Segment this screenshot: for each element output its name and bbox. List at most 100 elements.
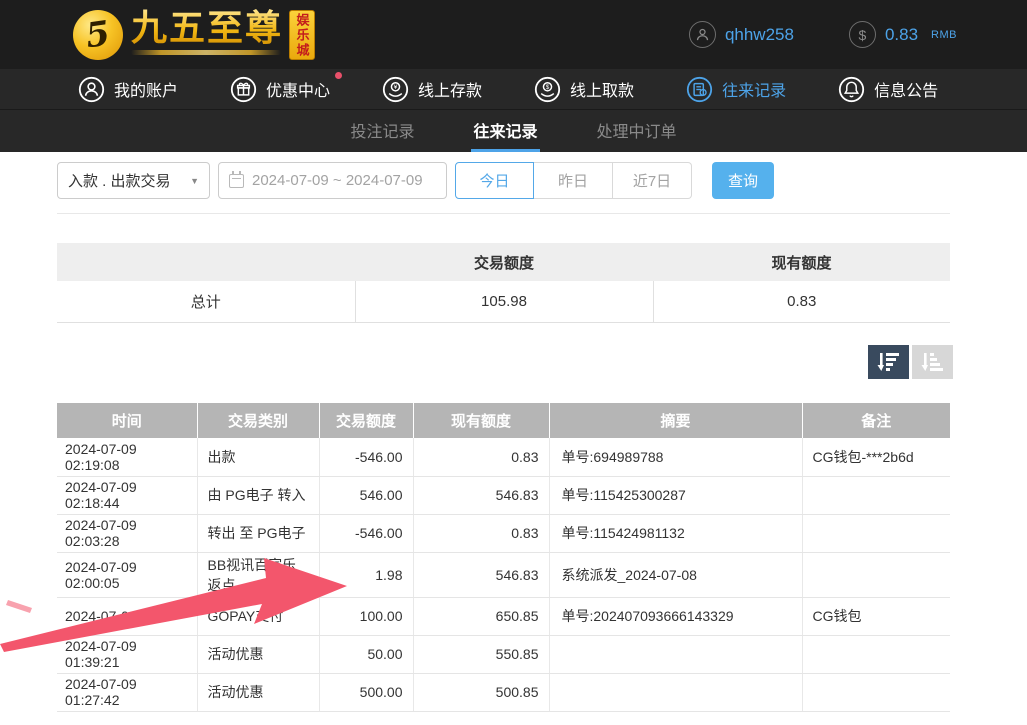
nav-item-6[interactable]: 信息公告 bbox=[838, 76, 938, 103]
sort-ascending-button[interactable] bbox=[912, 345, 953, 379]
username-chip[interactable]: qhhw258 bbox=[689, 21, 794, 48]
sort-ascending-icon bbox=[921, 351, 945, 373]
table-cell: 500.00 bbox=[319, 673, 413, 711]
quick-date-button-group: 今日昨日近7日 bbox=[455, 162, 692, 199]
balance-currency: RMB bbox=[931, 29, 957, 41]
transaction-type-value: 入款 . 出款交易 bbox=[68, 170, 171, 191]
table-cell: 2024-07-09 02:00:05 bbox=[57, 552, 197, 597]
table-cell: 546.83 bbox=[413, 552, 549, 597]
table-cell bbox=[802, 476, 950, 514]
table-cell: 单号:115425300287 bbox=[549, 476, 802, 514]
logo-emblem-icon: 5 bbox=[73, 10, 123, 60]
table-cell: 546.83 bbox=[413, 476, 549, 514]
nav-item-3[interactable]: ¥ 线上存款 bbox=[382, 76, 482, 103]
transactions-col-header: 交易额度 bbox=[319, 403, 413, 438]
nav-item-label: 线上存款 bbox=[418, 77, 482, 101]
nav-item-label: 信息公告 bbox=[874, 77, 938, 101]
date-range-input[interactable]: 2024-07-09 ~ 2024-07-09 bbox=[218, 162, 447, 199]
summary-col-balance: 现有额度 bbox=[653, 243, 950, 281]
bell-icon bbox=[838, 76, 865, 103]
table-cell: 2024-07-09 02:19:08 bbox=[57, 438, 197, 476]
summary-header-row: 交易额度 现有额度 bbox=[57, 243, 950, 281]
table-cell: 550.85 bbox=[413, 635, 549, 673]
user-area: qhhw258 $ 0.83 RMB bbox=[689, 0, 957, 69]
subtab-3[interactable]: 处理中订单 bbox=[595, 110, 679, 152]
summary-col-empty bbox=[57, 243, 355, 281]
logo-text-wrap: 九五至尊 bbox=[131, 8, 283, 55]
table-cell: CG钱包-***2b6d bbox=[802, 438, 950, 476]
table-row: 2024-07-09 01:39:21活动优惠50.00550.85 bbox=[57, 635, 950, 673]
dollar-icon: $ bbox=[849, 21, 876, 48]
chevron-down-icon: ▼ bbox=[190, 176, 199, 186]
sort-controls bbox=[868, 345, 953, 379]
table-cell: 100.00 bbox=[319, 597, 413, 635]
withdraw-icon: $ bbox=[534, 76, 561, 103]
table-cell: GOPAY支付 bbox=[197, 597, 319, 635]
quick-date-button-1[interactable]: 今日 bbox=[455, 162, 534, 199]
divider bbox=[57, 213, 950, 214]
username-label: qhhw258 bbox=[725, 25, 794, 45]
logo-emblem-glyph: 5 bbox=[84, 17, 112, 54]
table-cell: 单号:202407093666143329 bbox=[549, 597, 802, 635]
summary-current-balance: 0.83 bbox=[653, 281, 950, 322]
logo-flourish-decoration bbox=[131, 50, 281, 55]
table-cell: -546.00 bbox=[319, 514, 413, 552]
site-logo[interactable]: 5 九五至尊 娱乐城 bbox=[73, 8, 315, 60]
transactions-header-row: 时间交易类别交易额度现有额度摘要备注 bbox=[57, 403, 950, 438]
transactions-col-header: 现有额度 bbox=[413, 403, 549, 438]
nav-item-5[interactable]: 往来记录 bbox=[686, 76, 786, 103]
nav-item-4[interactable]: $线上取款 bbox=[534, 76, 634, 103]
subtab-1[interactable]: 投注记录 bbox=[348, 110, 416, 152]
records-icon bbox=[686, 76, 713, 103]
subtab-2[interactable]: 往来记录 bbox=[471, 110, 539, 152]
summary-transaction-total: 105.98 bbox=[355, 281, 653, 322]
logo-title: 九五至尊 bbox=[131, 8, 283, 48]
nav-item-label: 优惠中心 bbox=[266, 77, 330, 101]
svg-text:¥: ¥ bbox=[394, 84, 398, 91]
table-cell: 单号:694989788 bbox=[549, 438, 802, 476]
page: 5 九五至尊 娱乐城 qhhw258 $ 0.83 bbox=[0, 0, 1027, 725]
table-cell: 1.98 bbox=[319, 552, 413, 597]
table-cell: 546.00 bbox=[319, 476, 413, 514]
transactions-col-header: 交易类别 bbox=[197, 403, 319, 438]
table-cell: 650.85 bbox=[413, 597, 549, 635]
search-button[interactable]: 查询 bbox=[712, 162, 774, 199]
calendar-icon bbox=[229, 174, 244, 188]
table-cell: -546.00 bbox=[319, 438, 413, 476]
table-row: 2024-07-09 01:4GOPAY支付100.00650.85单号:202… bbox=[57, 597, 950, 635]
sub-tabs: 投注记录 往来记录 处理中订单 bbox=[0, 110, 1027, 152]
transaction-type-select[interactable]: 入款 . 出款交易 ▼ bbox=[57, 162, 210, 199]
logo-badge: 娱乐城 bbox=[289, 10, 315, 60]
quick-date-button-2[interactable]: 昨日 bbox=[534, 162, 613, 199]
transactions-col-header: 摘要 bbox=[549, 403, 802, 438]
summary-total-row: 总计 105.98 0.83 bbox=[57, 281, 950, 322]
deposit-icon: ¥ bbox=[382, 76, 409, 103]
gift-icon bbox=[230, 76, 257, 103]
top-bar: 5 九五至尊 娱乐城 qhhw258 $ 0.83 bbox=[0, 0, 1027, 69]
quick-date-button-3[interactable]: 近7日 bbox=[613, 162, 692, 199]
table-cell: 2024-07-09 02:03:28 bbox=[57, 514, 197, 552]
table-cell: 系统派发_2024-07-08 bbox=[549, 552, 802, 597]
table-cell: 0.83 bbox=[413, 514, 549, 552]
table-cell: 出款 bbox=[197, 438, 319, 476]
transactions-table: 时间交易类别交易额度现有额度摘要备注 2024-07-09 02:19:08出款… bbox=[57, 403, 950, 712]
table-cell: 2024-07-09 01:4 bbox=[57, 597, 197, 635]
table-row: 2024-07-09 02:03:28转出 至 PG电子-546.000.83单… bbox=[57, 514, 950, 552]
summary-total-label: 总计 bbox=[57, 281, 355, 322]
table-cell bbox=[549, 635, 802, 673]
table-cell: 2024-07-09 01:27:42 bbox=[57, 673, 197, 711]
user-avatar-icon bbox=[689, 21, 716, 48]
table-row: 2024-07-09 02:00:05BB视讯百家乐返点1.98546.83系统… bbox=[57, 552, 950, 597]
table-cell: 500.85 bbox=[413, 673, 549, 711]
table-cell: 50.00 bbox=[319, 635, 413, 673]
sort-descending-icon bbox=[877, 351, 901, 373]
balance-chip: $ 0.83 RMB bbox=[849, 21, 957, 48]
table-cell: 活动优惠 bbox=[197, 673, 319, 711]
table-cell: 2024-07-09 01:39:21 bbox=[57, 635, 197, 673]
nav-item-1[interactable]: 我的账户 bbox=[78, 76, 178, 103]
nav-item-2[interactable]: 优惠中心 bbox=[230, 76, 330, 103]
table-cell: 0.83 bbox=[413, 438, 549, 476]
summary-col-transaction: 交易额度 bbox=[355, 243, 653, 281]
sort-descending-button[interactable] bbox=[868, 345, 909, 379]
summary-table: 交易额度 现有额度 总计 105.98 0.83 bbox=[57, 243, 950, 323]
